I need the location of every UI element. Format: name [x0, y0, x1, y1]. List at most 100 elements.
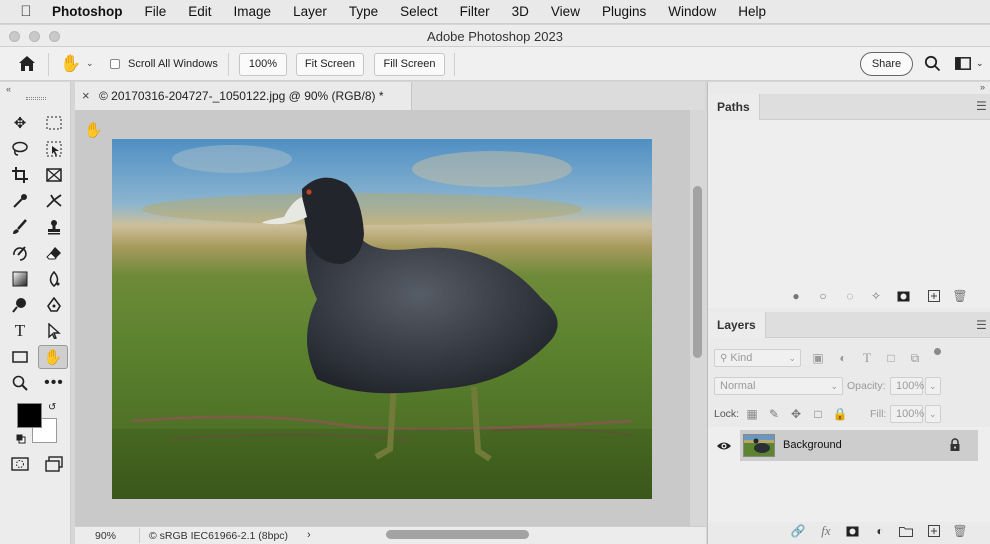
foreground-color-swatch-front[interactable]	[17, 403, 42, 428]
lock-artboard-icon[interactable]: □	[810, 406, 826, 422]
fill-path-icon[interactable]: ●	[788, 288, 804, 304]
move-tool-icon[interactable]: ✥	[8, 112, 32, 134]
more-tools-icon[interactable]: •••	[42, 372, 66, 394]
filter-type-icon[interactable]: T	[859, 350, 875, 366]
blur-tool-icon[interactable]	[42, 268, 66, 290]
layer-lock-icon[interactable]	[949, 438, 961, 452]
clone-stamp-tool-icon[interactable]	[42, 216, 66, 238]
dodge-tool-icon[interactable]	[8, 294, 32, 316]
home-icon[interactable]	[18, 55, 36, 75]
menu-edit[interactable]: Edit	[177, 4, 222, 19]
fill-screen-button[interactable]: Fill Screen	[374, 53, 445, 76]
adjustment-layer-icon[interactable]: ◐	[872, 523, 888, 539]
lock-all-icon[interactable]: 🔒	[832, 406, 848, 422]
hand-tool-preset-icon[interactable]: ✋	[60, 54, 81, 74]
brush-tool-icon[interactable]	[8, 216, 32, 238]
menu-app[interactable]: Photoshop	[52, 4, 134, 19]
fill-chevron-icon[interactable]: ⌄	[925, 405, 941, 423]
new-path-icon[interactable]	[926, 288, 942, 304]
layer-row-background[interactable]: Background	[740, 430, 978, 461]
menu-type[interactable]: Type	[338, 4, 389, 19]
color-profile[interactable]: © sRGB IEC61966-2.1 (8bpc)	[149, 530, 288, 542]
delete-path-icon[interactable]: 🗑	[952, 288, 968, 304]
load-path-as-selection-icon[interactable]: ◌	[842, 288, 858, 304]
fit-screen-button[interactable]: Fit Screen	[296, 53, 364, 76]
quick-mask-icon[interactable]	[8, 453, 32, 475]
marquee-tool-icon[interactable]	[42, 112, 66, 134]
menu-window[interactable]: Window	[657, 4, 727, 19]
type-tool-icon[interactable]: T	[8, 320, 32, 342]
blend-mode-select[interactable]: Normal ⌄	[714, 377, 843, 395]
zoom-tool-icon[interactable]	[8, 372, 32, 394]
new-group-icon[interactable]	[898, 523, 914, 539]
opacity-input[interactable]: 100%	[890, 377, 924, 395]
rectangle-tool-icon[interactable]	[8, 346, 32, 368]
stroke-path-icon[interactable]: ○	[815, 288, 831, 304]
opacity-chevron-icon[interactable]: ⌄	[925, 377, 941, 395]
menu-select[interactable]: Select	[389, 4, 449, 19]
fill-input[interactable]: 100%	[890, 405, 924, 423]
filter-toggle-icon[interactable]	[934, 348, 941, 355]
horizontal-scroll-thumb[interactable]	[386, 530, 529, 539]
collapse-panel-icon[interactable]: «	[6, 84, 11, 94]
filter-shape-icon[interactable]: □	[883, 350, 899, 366]
add-layer-mask-icon[interactable]	[844, 523, 860, 539]
scroll-all-windows-checkbox[interactable]	[110, 59, 120, 69]
chevron-down-icon[interactable]: ⌄	[86, 58, 94, 69]
workspace-icon[interactable]	[955, 57, 971, 73]
history-brush-tool-icon[interactable]	[8, 242, 32, 264]
object-selection-tool-icon[interactable]	[42, 138, 66, 160]
tab-layers[interactable]: Layers	[708, 312, 766, 338]
default-colors-icon[interactable]	[16, 433, 26, 444]
menu-layer[interactable]: Layer	[282, 4, 338, 19]
share-button[interactable]: Share	[860, 52, 913, 76]
eraser-tool-icon[interactable]	[42, 242, 66, 264]
gradient-tool-icon[interactable]	[8, 268, 32, 290]
filter-smart-object-icon[interactable]: ⧉	[907, 350, 923, 366]
lock-position-icon[interactable]: ✥	[788, 406, 804, 422]
delete-layer-icon[interactable]: 🗑	[952, 523, 968, 539]
zoom-100-button[interactable]: 100%	[239, 53, 287, 76]
vertical-scroll-thumb[interactable]	[693, 186, 702, 358]
filter-adjustment-icon[interactable]: ◐	[835, 350, 851, 366]
menu-filter[interactable]: Filter	[449, 4, 501, 19]
close-document-icon[interactable]: ×	[82, 82, 90, 110]
lock-image-icon[interactable]: ✎	[766, 406, 782, 422]
eyedropper-tool-icon[interactable]	[8, 190, 32, 212]
crop-tool-icon[interactable]	[8, 164, 32, 186]
layer-filter-kind-select[interactable]: ⚲ Kind ⌄	[714, 349, 801, 367]
lasso-tool-icon[interactable]	[8, 138, 32, 160]
filter-pixel-icon[interactable]: ▣	[810, 350, 826, 366]
panel-grip[interactable]	[26, 97, 46, 100]
apple-icon[interactable]: 	[0, 3, 52, 20]
swap-colors-icon[interactable]: ↺	[48, 402, 56, 413]
document-tab[interactable]: × © 20170316-204727-_1050122.jpg @ 90% (…	[75, 82, 412, 110]
lock-transparent-icon[interactable]: ▦	[744, 406, 760, 422]
make-work-path-icon[interactable]: ✧	[868, 288, 884, 304]
layers-panel-menu-icon[interactable]: ☰	[976, 318, 987, 332]
zoom-level[interactable]: 90%	[95, 530, 116, 542]
menu-view[interactable]: View	[540, 4, 591, 19]
workspace-chevron-icon[interactable]: ⌄	[976, 58, 984, 69]
screen-mode-icon[interactable]	[42, 453, 66, 475]
frame-tool-icon[interactable]	[42, 164, 66, 186]
link-layers-icon[interactable]: 🔗	[790, 523, 806, 539]
new-layer-icon[interactable]	[926, 523, 942, 539]
menu-image[interactable]: Image	[223, 4, 283, 19]
pen-tool-icon[interactable]	[42, 294, 66, 316]
collapse-dock-icon[interactable]: »	[980, 82, 985, 92]
menu-plugins[interactable]: Plugins	[591, 4, 657, 19]
layer-style-fx-icon[interactable]: fx	[818, 523, 834, 539]
hand-tool-icon[interactable]: ✋	[38, 345, 68, 369]
add-mask-icon[interactable]	[895, 288, 911, 304]
paths-list[interactable]	[708, 120, 990, 308]
status-menu-chevron-icon[interactable]: ›	[307, 529, 311, 541]
layer-name[interactable]: Background	[783, 439, 842, 451]
tab-paths[interactable]: Paths	[708, 94, 760, 120]
menu-3d[interactable]: 3D	[501, 4, 540, 19]
search-icon[interactable]	[924, 55, 941, 75]
path-selection-tool-icon[interactable]	[42, 320, 66, 342]
spot-healing-tool-icon[interactable]	[42, 190, 66, 212]
menu-file[interactable]: File	[134, 4, 178, 19]
layer-visibility-eye-icon[interactable]	[716, 439, 732, 453]
